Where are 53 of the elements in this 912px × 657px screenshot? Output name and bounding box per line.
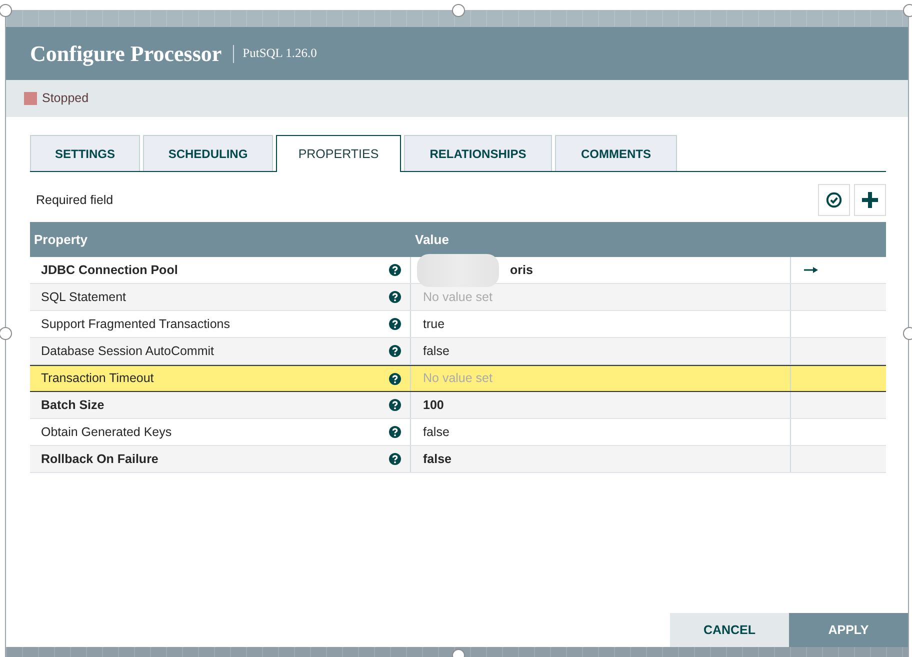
- property-name: Obtain Generated Keys: [41, 424, 172, 441]
- tab[interactable]: PROPERTIES: [276, 135, 401, 172]
- table-row[interactable]: Database Session AutoCommit false: [30, 338, 886, 365]
- tab[interactable]: RELATIONSHIPS: [404, 135, 552, 171]
- property-name: Support Fragmented Transactions: [41, 316, 230, 333]
- help-icon: [389, 345, 401, 357]
- property-value: oris: [510, 262, 533, 279]
- resize-handle[interactable]: [452, 4, 465, 17]
- property-value: false: [423, 424, 450, 441]
- property-name: Rollback On Failure: [41, 450, 158, 468]
- column-header: Property: [34, 230, 88, 249]
- stop-square-icon: [24, 92, 37, 105]
- required-field-label: Required field: [35, 192, 114, 209]
- help-icon: [389, 453, 401, 465]
- property-name: SQL Statement: [41, 288, 126, 306]
- property-value: false: [423, 450, 452, 468]
- tab[interactable]: SETTINGS: [30, 135, 140, 171]
- property-name: JDBC Connection Pool: [41, 262, 178, 279]
- processor-type: PutSQL 1.26.0: [242, 47, 317, 60]
- cancel-button[interactable]: CANCEL: [670, 613, 789, 647]
- column-header: Value: [415, 230, 449, 249]
- no-value-placeholder: No value set: [423, 288, 492, 306]
- resize-handle[interactable]: [0, 327, 12, 340]
- help-icon: [389, 318, 401, 330]
- resize-handle[interactable]: [0, 4, 12, 17]
- add-property-button[interactable]: [854, 184, 886, 216]
- property-value: false: [423, 342, 450, 360]
- check-circle-icon: [826, 192, 842, 208]
- property-name: Batch Size: [41, 396, 104, 414]
- table-row[interactable]: JDBC Connection Pool oris: [30, 257, 886, 284]
- help-icon: [389, 291, 401, 303]
- property-value: 100: [423, 396, 444, 414]
- right-arrow-icon[interactable]: [804, 267, 818, 273]
- status-label: Stopped: [42, 90, 89, 108]
- table-row[interactable]: SQL Statement No value set: [30, 284, 886, 311]
- table-row[interactable]: Transaction Timeout No value set: [30, 365, 886, 392]
- help-icon: [389, 372, 401, 384]
- property-name: Database Session AutoCommit: [41, 342, 214, 360]
- dialog-title: Configure Processor: [30, 42, 222, 64]
- table-row[interactable]: Support Fragmented Transactions true: [30, 311, 886, 338]
- tab[interactable]: COMMENTS: [555, 135, 677, 171]
- table-row[interactable]: Obtain Generated Keys false: [30, 419, 886, 446]
- table-row[interactable]: Rollback On Failure false: [30, 446, 886, 473]
- property-value: true: [423, 316, 445, 333]
- verify-button[interactable]: [818, 184, 850, 216]
- table-row[interactable]: Batch Size 100: [30, 392, 886, 419]
- tab[interactable]: SCHEDULING: [143, 135, 273, 171]
- help-icon: [389, 399, 401, 411]
- no-value-placeholder: No value set: [423, 370, 492, 388]
- help-icon: [389, 264, 401, 276]
- help-icon: [389, 426, 401, 438]
- property-name: Transaction Timeout: [41, 370, 154, 388]
- plus-icon: [862, 192, 878, 208]
